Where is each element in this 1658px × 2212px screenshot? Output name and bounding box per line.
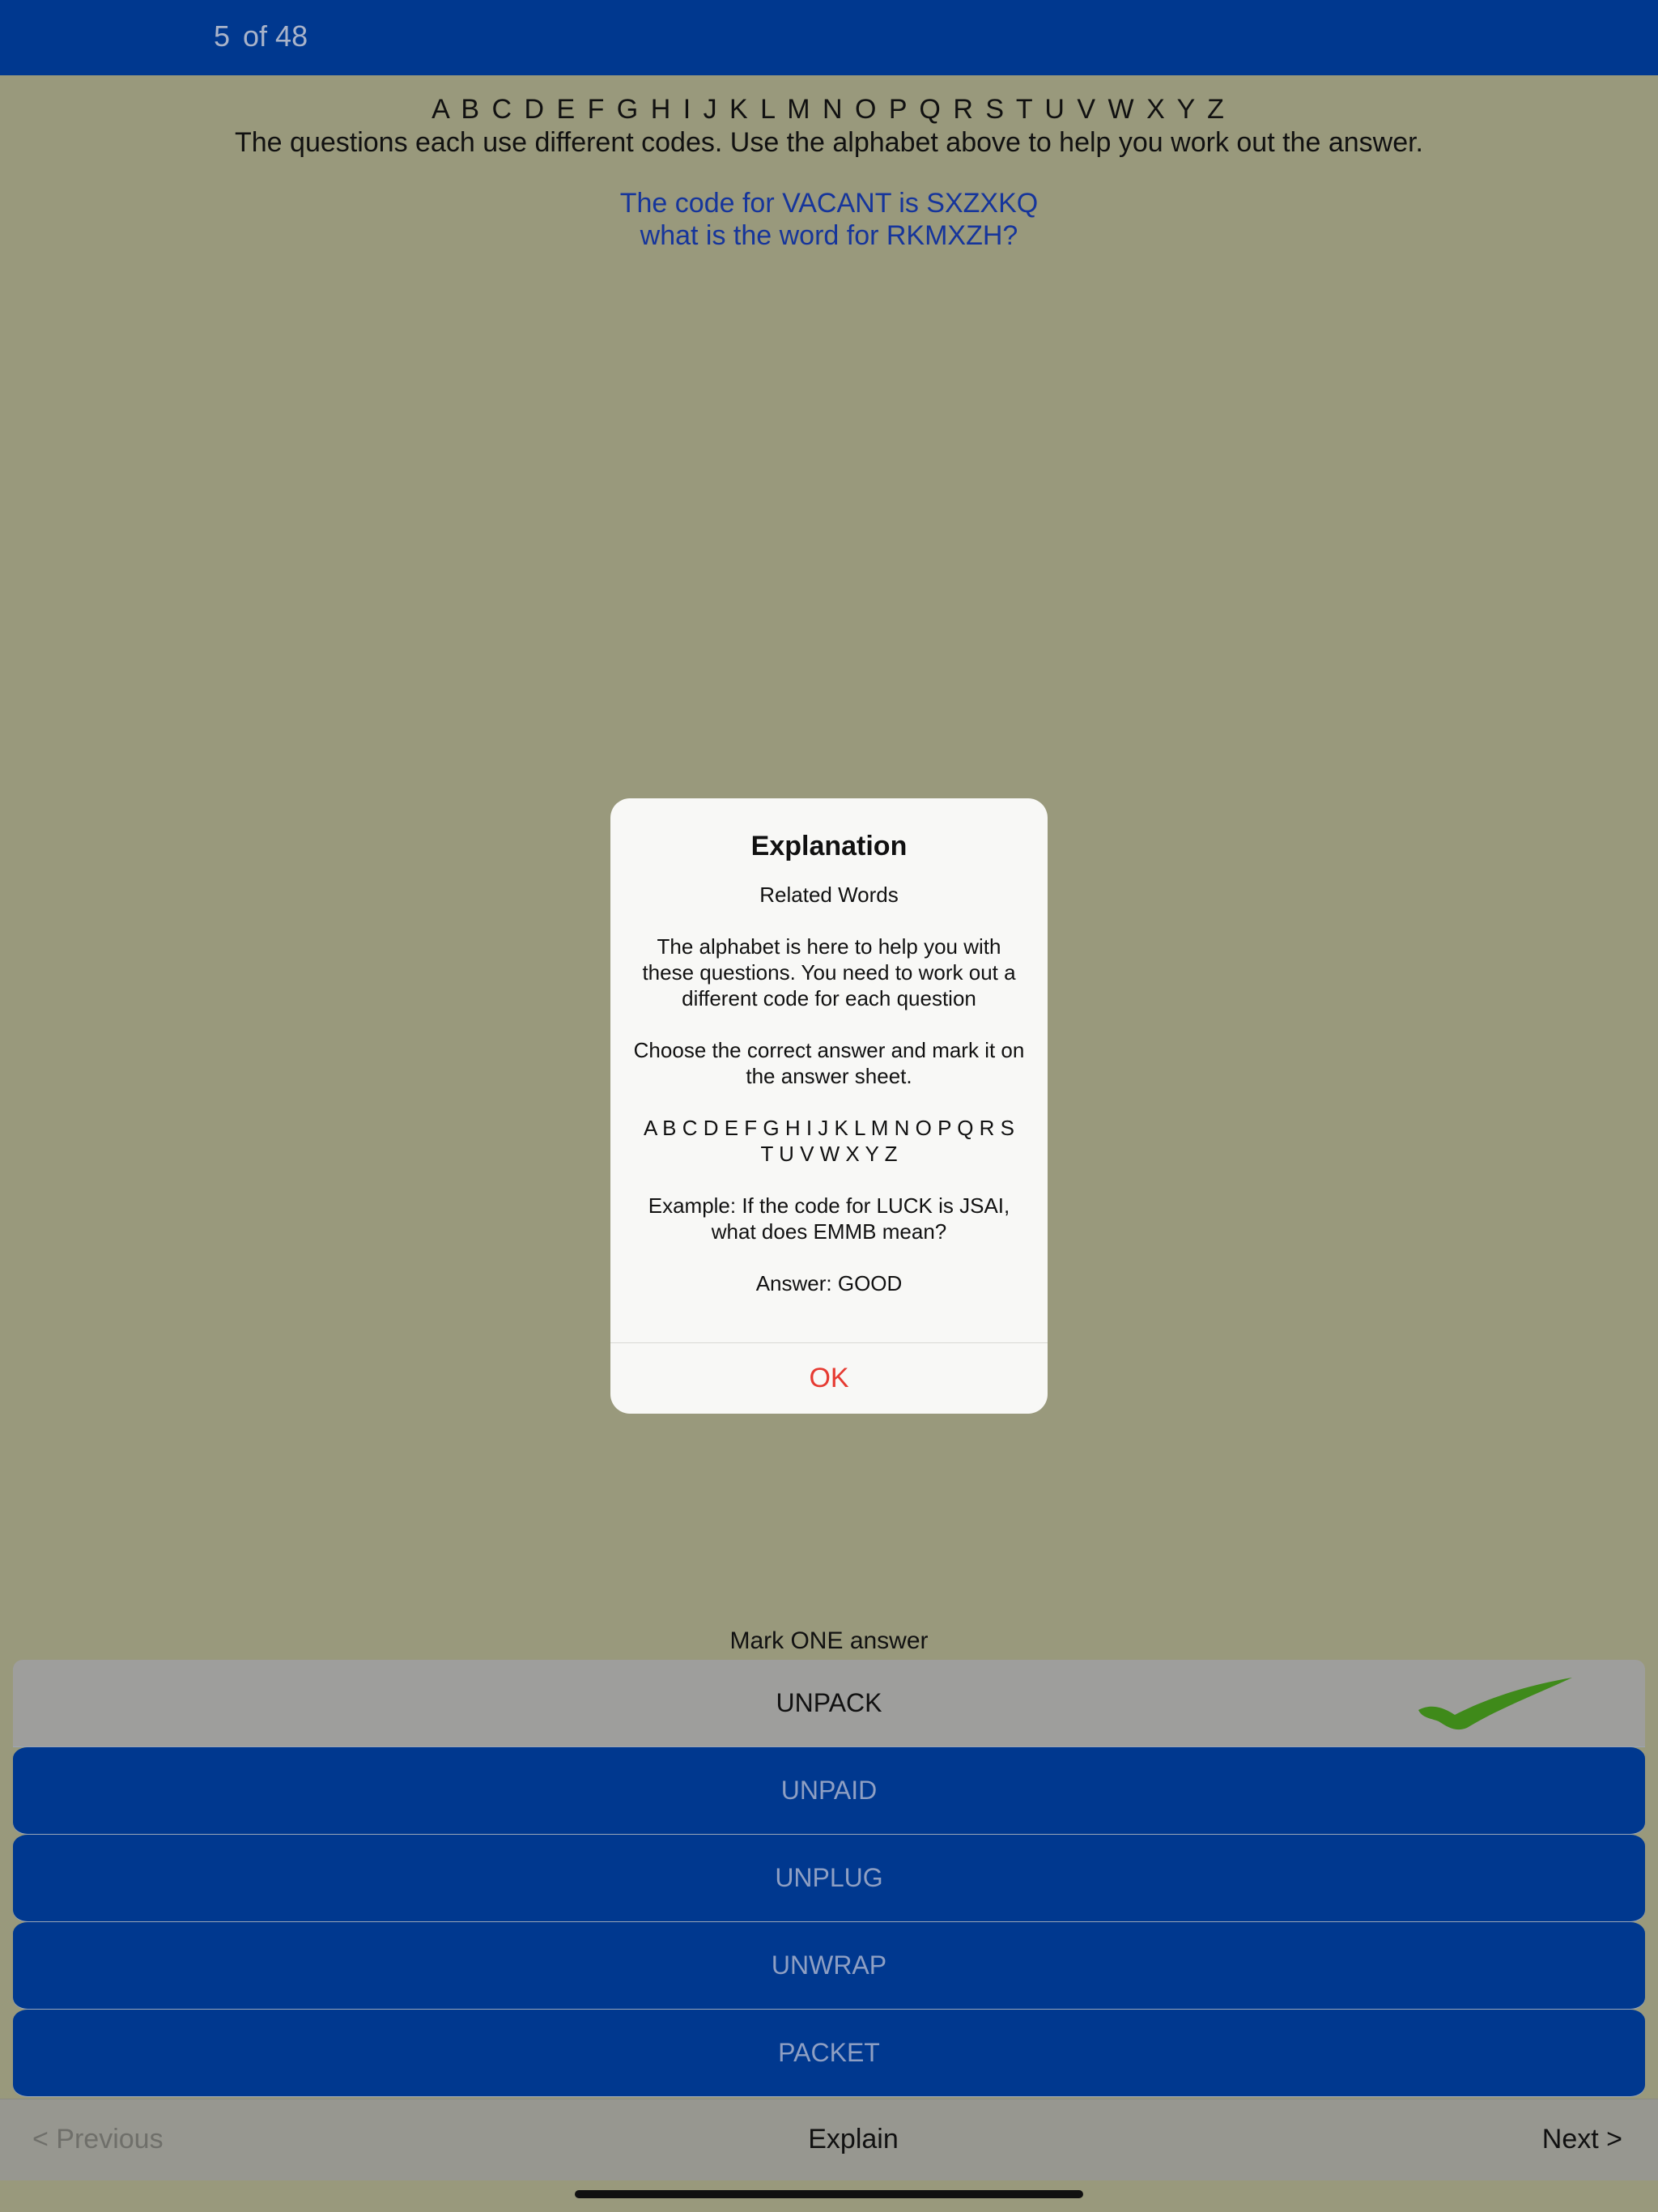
answer-option-unwrap[interactable]: UNWRAP (13, 1922, 1645, 2009)
explain-button[interactable]: Explain (0, 2124, 1658, 2155)
question-text: The code for VACANT is SXZXKQ what is th… (0, 187, 1658, 252)
dialog-paragraph-1: The alphabet is here to help you with th… (642, 934, 1016, 1010)
dialog-paragraph-2: Choose the correct answer and mark it on… (633, 1038, 1025, 1088)
instructions-text: The questions each use different codes. … (235, 127, 1423, 158)
answer-list: UNPACK UNPAID UNPLUG UNWRAP PACKET (13, 1660, 1645, 2097)
mark-one-label: Mark ONE answer (729, 1627, 929, 1654)
answer-option-unpack[interactable]: UNPACK (13, 1660, 1645, 1746)
dialog-subtitle: Related Words (759, 883, 899, 907)
answer-label: PACKET (778, 2038, 880, 2067)
ok-button[interactable]: OK (610, 1343, 1048, 1414)
dialog-answer: Answer: GOOD (755, 1271, 903, 1295)
home-indicator[interactable] (575, 2190, 1083, 2198)
question-total: of 48 (243, 19, 308, 53)
question-line-1: The code for VACANT is SXZXKQ (619, 188, 1039, 219)
explanation-dialog: Explanation Related Words The alphabet i… (610, 798, 1048, 1414)
top-bar: 5 of 48 (0, 0, 1658, 75)
dialog-alphabet: A B C D E F G H I J K L M N O P Q R S T … (633, 1115, 1025, 1167)
question-counter: 5 of 48 (214, 19, 308, 53)
answer-option-unplug[interactable]: UNPLUG (13, 1835, 1645, 1921)
bottom-nav-bar: < Previous Explain Next > (0, 2099, 1658, 2180)
dialog-body: Related Words The alphabet is here to he… (610, 862, 1048, 1296)
checkmark-icon (1418, 1678, 1572, 1730)
question-line-2: what is the word for RKMXZH? (640, 220, 1018, 251)
answer-option-packet[interactable]: PACKET (13, 2010, 1645, 2096)
answer-label: UNPLUG (775, 1863, 883, 1892)
answer-option-unpaid[interactable]: UNPAID (13, 1747, 1645, 1834)
dialog-example-line-1: Example: If the code for LUCK is JSAI, (648, 1193, 1010, 1218)
answer-label: UNPAID (780, 1776, 878, 1805)
dialog-example-line-2: what does EMMB mean? (711, 1219, 947, 1244)
dialog-example: Example: If the code for LUCK is JSAI, w… (633, 1193, 1025, 1244)
dialog-title: Explanation (750, 831, 908, 861)
alphabet-reference: A B C D E F G H I J K L M N O P Q R S T … (432, 94, 1226, 125)
dialog-alphabet-line-2: T U V W X Y Z (760, 1142, 898, 1166)
answer-label: UNPACK (776, 1688, 882, 1717)
question-number: 5 (214, 19, 231, 53)
next-button[interactable]: Next > (1542, 2124, 1622, 2155)
dialog-alphabet-line-1: A B C D E F G H I J K L M N O P Q R S (644, 1116, 1014, 1140)
answer-label: UNWRAP (771, 1950, 887, 1980)
